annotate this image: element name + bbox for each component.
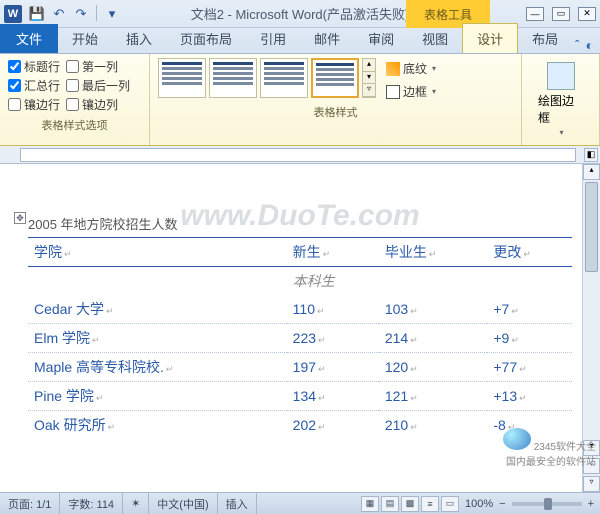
tab-file[interactable]: 文件 bbox=[0, 24, 58, 53]
status-bar: 页面: 1/1 字数: 114 ✶ 中文(中国) 插入 ▦ ▤ ▩ ≡ ▭ 10… bbox=[0, 492, 600, 514]
zoom-level[interactable]: 100% bbox=[465, 498, 493, 510]
draw-borders-button[interactable]: 绘图边框 ▾ bbox=[530, 58, 591, 141]
tab-home[interactable]: 开始 bbox=[58, 24, 112, 53]
view-print-layout-icon[interactable]: ▦ bbox=[361, 496, 379, 512]
status-word-count[interactable]: 字数: 114 bbox=[60, 493, 123, 514]
document-content[interactable]: www.DuoTe.com ✥ 2005 年地方院校招生人数 学院↵ 新生↵ 毕… bbox=[0, 164, 600, 439]
subheader-cell: 本科生 bbox=[287, 267, 379, 296]
ruler-area: ◧ bbox=[0, 146, 600, 164]
group-label-options: 表格样式选项 bbox=[8, 115, 141, 133]
table-caption: 2005 年地方院校招生人数 bbox=[28, 214, 572, 233]
col-header: 学院↵ bbox=[28, 238, 287, 267]
quick-access-toolbar: 💾 ↶ ↷ ▾ bbox=[28, 5, 121, 23]
tab-page-layout[interactable]: 页面布局 bbox=[166, 24, 246, 53]
tab-review[interactable]: 审阅 bbox=[354, 24, 408, 53]
status-proofing[interactable]: ✶ bbox=[123, 493, 149, 514]
style-thumb-1[interactable] bbox=[158, 58, 206, 98]
tab-layout[interactable]: 布局 bbox=[518, 24, 572, 53]
table-row: Pine 学院↵134↵121↵+13↵ bbox=[28, 382, 572, 411]
paint-bucket-icon bbox=[386, 62, 400, 76]
table-subheader-row: 本科生 bbox=[28, 267, 572, 296]
check-banded-rows[interactable]: 镶边行 bbox=[8, 96, 60, 113]
qat-divider bbox=[96, 5, 97, 21]
document-area: ▴ ▾ ◦ ▿ www.DuoTe.com ✥ 2005 年地方院校招生人数 学… bbox=[0, 164, 600, 492]
chevron-down-icon: ▾ bbox=[432, 64, 436, 73]
check-last-column[interactable]: 最后一列 bbox=[66, 77, 130, 94]
word-app-icon: W bbox=[4, 5, 22, 23]
gallery-down-icon[interactable]: ▾ bbox=[363, 72, 375, 85]
check-header-row[interactable]: 标题行 bbox=[8, 58, 60, 75]
mascot-icon bbox=[503, 428, 531, 450]
status-page[interactable]: 页面: 1/1 bbox=[0, 493, 60, 514]
check-total-row[interactable]: 汇总行 bbox=[8, 77, 60, 94]
chevron-down-icon: ▾ bbox=[432, 87, 436, 96]
tab-design[interactable]: 设计 bbox=[462, 23, 518, 53]
group-table-style-options: 标题行 第一列 汇总行 最后一列 镶边行 镶边列 表格样式选项 bbox=[0, 54, 150, 145]
view-full-screen-icon[interactable]: ▤ bbox=[381, 496, 399, 512]
status-insert-mode[interactable]: 插入 bbox=[218, 493, 257, 514]
borders-icon bbox=[386, 85, 400, 99]
group-label-styles: 表格样式 bbox=[158, 102, 513, 120]
qat-customize-icon[interactable]: ▾ bbox=[103, 5, 121, 23]
next-page-button[interactable]: ▿ bbox=[583, 476, 600, 492]
draw-borders-label: 绘图边框 bbox=[538, 92, 583, 126]
status-right: ▦ ▤ ▩ ≡ ▭ 100% − + bbox=[361, 496, 600, 512]
view-outline-icon[interactable]: ≡ bbox=[421, 496, 439, 512]
view-draft-icon[interactable]: ▭ bbox=[441, 496, 459, 512]
proofing-icon: ✶ bbox=[131, 497, 140, 510]
horizontal-ruler[interactable] bbox=[20, 148, 576, 162]
style-thumb-2[interactable] bbox=[209, 58, 257, 98]
ribbon-tabs: 文件 开始 插入 页面布局 引用 邮件 审阅 视图 设计 布局 ˆ ◐ bbox=[0, 28, 600, 54]
col-header: 新生↵ bbox=[287, 238, 379, 267]
zoom-slider-thumb[interactable] bbox=[544, 498, 552, 510]
pencil-border-icon bbox=[547, 62, 575, 90]
table-row: Maple 高等专科院校.↵197↵120↵+77↵ bbox=[28, 353, 572, 382]
gallery-more-icon[interactable]: ▿ bbox=[363, 84, 375, 97]
table-header-row: 学院↵ 新生↵ 毕业生↵ 更改↵ bbox=[28, 238, 572, 267]
group-draw-borders: 绘图边框 ▾ bbox=[522, 54, 600, 145]
table-row: Elm 学院↵223↵214↵+9↵ bbox=[28, 324, 572, 353]
gallery-up-icon[interactable]: ▴ bbox=[363, 59, 375, 72]
style-thumb-3[interactable] bbox=[260, 58, 308, 98]
status-language[interactable]: 中文(中国) bbox=[149, 493, 217, 514]
borders-button[interactable]: 边框▾ bbox=[382, 81, 440, 102]
table-row: Cedar 大学↵110↵103↵+7↵ bbox=[28, 295, 572, 324]
check-banded-cols[interactable]: 镶边列 bbox=[66, 96, 118, 113]
tab-view[interactable]: 视图 bbox=[408, 24, 462, 53]
save-icon[interactable]: 💾 bbox=[28, 5, 46, 23]
zoom-slider[interactable] bbox=[512, 502, 582, 506]
close-button[interactable]: ✕ bbox=[578, 7, 596, 21]
undo-icon[interactable]: ↶ bbox=[50, 5, 68, 23]
maximize-button[interactable]: ▭ bbox=[552, 7, 570, 21]
table-move-handle[interactable]: ✥ bbox=[14, 212, 26, 224]
minimize-button[interactable]: — bbox=[526, 7, 544, 21]
window-controls: — ▭ ✕ bbox=[526, 7, 596, 21]
style-thumb-4[interactable] bbox=[311, 58, 359, 98]
check-first-column[interactable]: 第一列 bbox=[66, 58, 118, 75]
ribbon: 标题行 第一列 汇总行 最后一列 镶边行 镶边列 表格样式选项 ▴ ▾ ▿ bbox=[0, 54, 600, 146]
tab-mailings[interactable]: 邮件 bbox=[300, 24, 354, 53]
help-icon[interactable]: ◐ bbox=[586, 37, 594, 53]
window-title: 文档2 - Microsoft Word(产品激活失败) bbox=[191, 4, 410, 23]
data-table[interactable]: 学院↵ 新生↵ 毕业生↵ 更改↵ 本科生 Cedar 大学↵110↵103↵+7… bbox=[28, 237, 572, 439]
zoom-out-button[interactable]: − bbox=[499, 498, 505, 510]
group-table-styles: ▴ ▾ ▿ 底纹▾ 边框▾ 表格样式 bbox=[150, 54, 522, 145]
table-row: Oak 研究所↵202↵210↵-8↵ bbox=[28, 411, 572, 440]
ruler-toggle-button[interactable]: ◧ bbox=[584, 148, 598, 162]
tab-insert[interactable]: 插入 bbox=[112, 24, 166, 53]
gallery-scroll: ▴ ▾ ▿ bbox=[362, 58, 376, 98]
table-style-gallery: ▴ ▾ ▿ bbox=[158, 58, 376, 98]
tab-references[interactable]: 引用 bbox=[246, 24, 300, 53]
chevron-down-icon: ▾ bbox=[559, 128, 563, 137]
minimize-ribbon-icon[interactable]: ˆ bbox=[575, 37, 580, 53]
view-web-icon[interactable]: ▩ bbox=[401, 496, 419, 512]
source-watermark: 2345软件大全 国内最安全的软件站 bbox=[503, 428, 596, 468]
redo-icon[interactable]: ↷ bbox=[72, 5, 90, 23]
shading-button[interactable]: 底纹▾ bbox=[382, 58, 440, 79]
col-header: 毕业生↵ bbox=[379, 238, 488, 267]
col-header: 更改↵ bbox=[487, 238, 572, 267]
zoom-in-button[interactable]: + bbox=[588, 498, 594, 510]
